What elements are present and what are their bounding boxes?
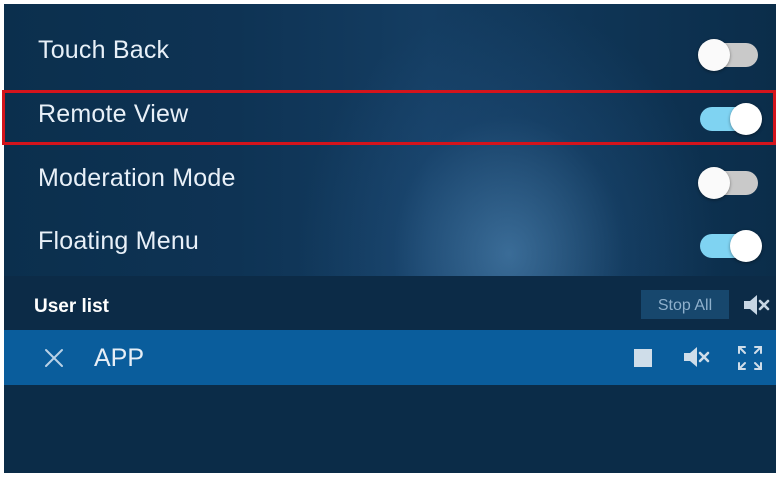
user-list-empty-area <box>4 385 776 473</box>
setting-label-touch-back: Touch Back <box>38 36 170 64</box>
stop-icon[interactable] <box>634 349 652 372</box>
user-row[interactable]: APP <box>4 330 776 385</box>
toggle-knob <box>698 39 730 71</box>
toggle-knob <box>730 230 762 262</box>
app-screen: Touch Back Remote View Moderation Mode F… <box>4 4 776 473</box>
expand-icon[interactable] <box>737 345 763 376</box>
close-icon[interactable] <box>44 348 64 373</box>
stop-all-button[interactable]: Stop All <box>641 290 729 319</box>
speaker-muted-icon[interactable] <box>682 344 710 375</box>
toggle-knob <box>730 103 762 135</box>
user-list-header: User list Stop All <box>4 276 776 330</box>
user-list-title: User list <box>34 296 109 317</box>
setting-row-floating-menu[interactable]: Floating Menu <box>4 213 776 275</box>
touch-back-toggle[interactable] <box>698 39 760 71</box>
speaker-muted-icon[interactable] <box>742 292 770 323</box>
setting-label-floating-menu: Floating Menu <box>38 227 200 255</box>
setting-label-moderation-mode: Moderation Mode <box>38 164 236 192</box>
moderation-mode-toggle[interactable] <box>698 167 760 199</box>
setting-row-remote-view[interactable]: Remote View <box>4 86 776 148</box>
remote-view-toggle[interactable] <box>698 103 762 135</box>
setting-row-moderation-mode[interactable]: Moderation Mode <box>4 150 776 212</box>
toggle-knob <box>698 167 730 199</box>
setting-row-touch-back[interactable]: Touch Back <box>4 22 776 84</box>
user-name: APP <box>94 344 145 372</box>
setting-label-remote-view: Remote View <box>38 100 189 128</box>
floating-menu-toggle[interactable] <box>698 230 762 262</box>
